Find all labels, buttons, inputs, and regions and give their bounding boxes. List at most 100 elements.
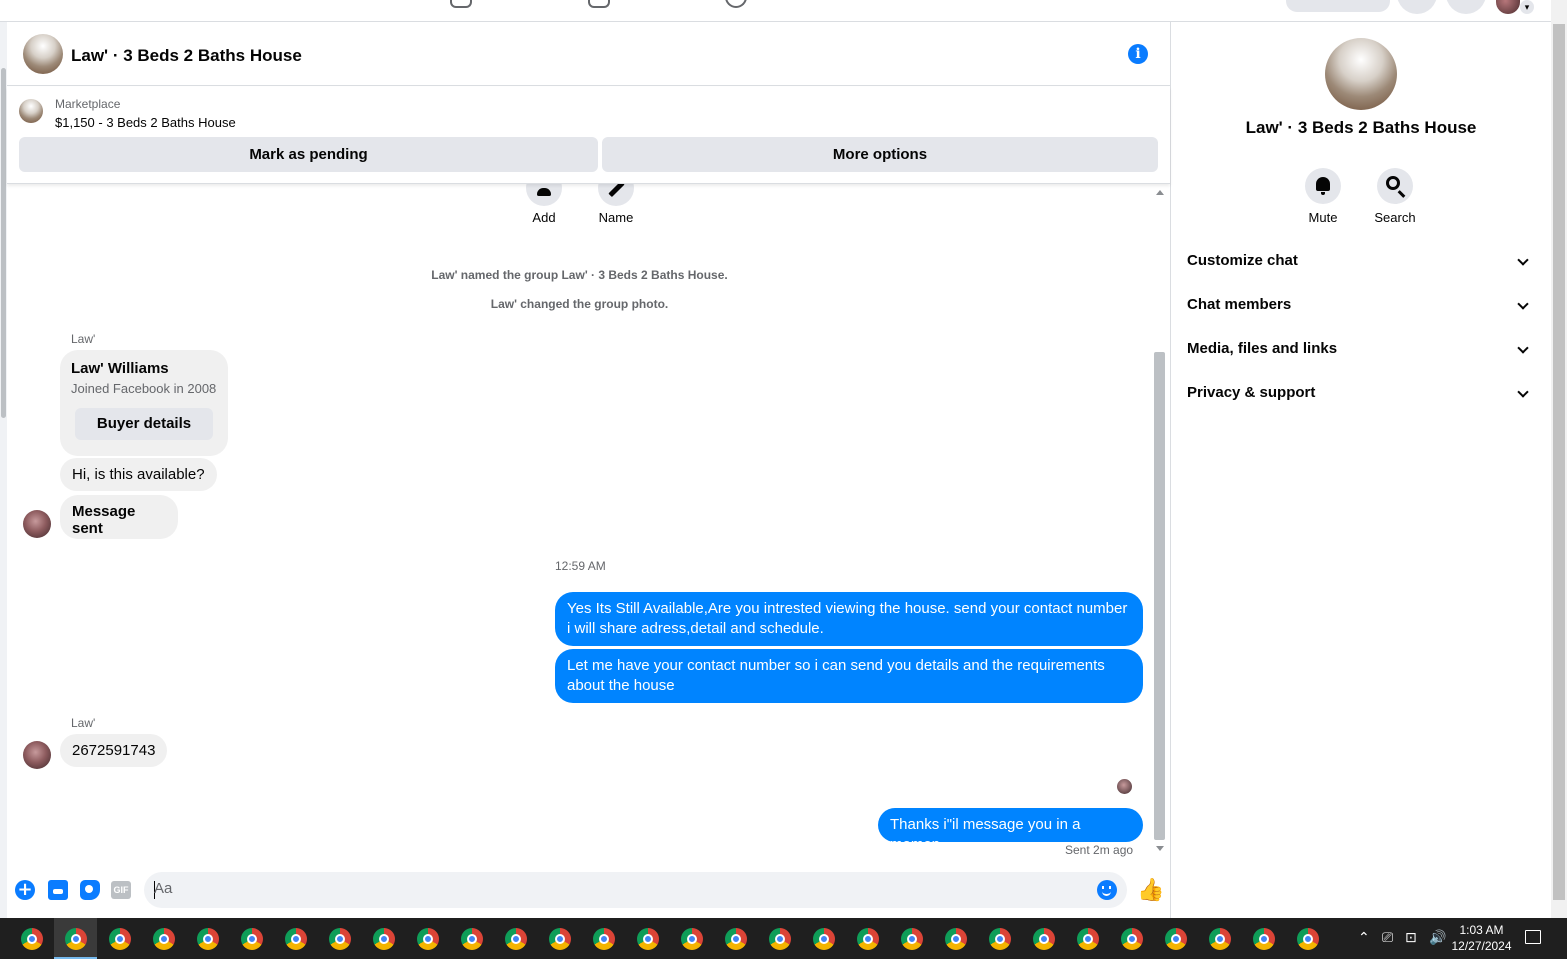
- chrome-icon: [461, 928, 483, 950]
- buyer-details-button[interactable]: Buyer details: [75, 408, 213, 440]
- group-photo[interactable]: [1325, 38, 1397, 110]
- customize-chat-section[interactable]: Customize chat: [1179, 242, 1543, 282]
- incoming-message[interactable]: Message sent: [60, 495, 178, 539]
- listing-title[interactable]: $1,150 - 3 Beds 2 Baths House: [55, 115, 236, 130]
- chrome-taskbar-button[interactable]: [626, 918, 669, 959]
- chat-members-section[interactable]: Chat members: [1179, 286, 1543, 326]
- chrome-taskbar-button[interactable]: [186, 918, 229, 959]
- sender-name: Law': [71, 716, 96, 730]
- page-scroll-thumb[interactable]: [1553, 24, 1565, 900]
- gaming-nav-icon[interactable]: [725, 0, 747, 8]
- chat-title[interactable]: Law' · 3 Beds 2 Baths House: [71, 46, 302, 66]
- outgoing-message[interactable]: Yes Its Still Available,Are you intreste…: [555, 592, 1143, 646]
- chrome-taskbar-button[interactable]: [1110, 918, 1153, 959]
- chevron-down-icon: [1517, 254, 1529, 266]
- mute-label: Mute: [1308, 210, 1338, 225]
- scroll-down-arrow-icon[interactable]: [1156, 846, 1164, 851]
- add-people-action[interactable]: Add: [514, 184, 574, 225]
- page-scrollbar[interactable]: [1551, 0, 1567, 918]
- listing-thumbnail[interactable]: [19, 99, 43, 123]
- search-action[interactable]: Search: [1365, 168, 1425, 225]
- messenger-nav-icon[interactable]: [1446, 0, 1486, 14]
- thumbs-up-icon[interactable]: 👍: [1137, 878, 1164, 903]
- chrome-taskbar-button[interactable]: [142, 918, 185, 959]
- chrome-taskbar-button[interactable]: [406, 918, 449, 959]
- profile-avatar[interactable]: [1496, 0, 1520, 14]
- left-scroll-thumb[interactable]: [1, 68, 6, 418]
- notification-icon[interactable]: [1525, 930, 1541, 944]
- chrome-taskbar-button[interactable]: [1154, 918, 1197, 959]
- message-input-box[interactable]: [144, 872, 1127, 908]
- chrome-taskbar-button[interactable]: [230, 918, 273, 959]
- chrome-taskbar-button[interactable]: [1286, 918, 1329, 959]
- chrome-taskbar-button[interactable]: [274, 918, 317, 959]
- chrome-taskbar-button[interactable]: [934, 918, 977, 959]
- chrome-taskbar-button[interactable]: [362, 918, 405, 959]
- meet-now-icon[interactable]: ⎚: [1382, 930, 1393, 946]
- marketplace-nav-icon[interactable]: [450, 0, 472, 8]
- scroll-thumb[interactable]: [1154, 352, 1165, 840]
- gif-icon[interactable]: GIF: [111, 881, 131, 899]
- network-icon[interactable]: ⊡: [1405, 930, 1417, 946]
- add-label: Add: [532, 210, 556, 225]
- pencil-icon: [598, 184, 634, 206]
- sticker-icon[interactable]: [80, 880, 100, 900]
- chrome-icon: [1297, 928, 1319, 950]
- system-clock[interactable]: 1:03 AM 12/27/2024: [1444, 922, 1519, 954]
- chrome-taskbar-button[interactable]: [670, 918, 713, 959]
- info-icon[interactable]: i: [1128, 44, 1148, 64]
- chrome-taskbar-button[interactable]: [978, 918, 1021, 959]
- chevron-down-icon[interactable]: ▾: [1520, 0, 1534, 14]
- chrome-taskbar-button[interactable]: [54, 918, 97, 959]
- name-group-action[interactable]: Name: [586, 184, 646, 225]
- chrome-icon: [21, 928, 43, 950]
- top-search-pill[interactable]: [1286, 0, 1390, 12]
- chrome-taskbar-button[interactable]: [1022, 918, 1065, 959]
- scroll-up-arrow-icon[interactable]: [1156, 190, 1164, 195]
- chrome-taskbar-button[interactable]: [98, 918, 141, 959]
- chrome-taskbar-button[interactable]: [450, 918, 493, 959]
- name-label: Name: [598, 210, 634, 225]
- groups-nav-icon[interactable]: [588, 0, 610, 8]
- conversation-details-panel: Law' · 3 Beds 2 Baths House Mute Search …: [1171, 22, 1551, 918]
- message-input[interactable]: [154, 880, 1054, 897]
- mute-action[interactable]: Mute: [1293, 168, 1353, 225]
- incoming-message[interactable]: Hi, is this available?: [60, 458, 217, 491]
- chrome-taskbar-button[interactable]: [846, 918, 889, 959]
- chrome-icon: [1209, 928, 1231, 950]
- chrome-taskbar-button[interactable]: [802, 918, 845, 959]
- buyer-joined: Joined Facebook in 2008: [71, 381, 217, 396]
- emoji-icon[interactable]: [1097, 880, 1117, 900]
- chrome-taskbar-button[interactable]: [890, 918, 933, 959]
- more-options-button[interactable]: More options: [602, 137, 1158, 172]
- chevron-up-icon[interactable]: ⌃: [1358, 930, 1370, 946]
- media-files-links-section[interactable]: Media, files and links: [1179, 330, 1543, 370]
- incoming-message[interactable]: 2672591743: [60, 734, 168, 767]
- chrome-taskbar-button[interactable]: [1242, 918, 1285, 959]
- chrome-taskbar-button[interactable]: [758, 918, 801, 959]
- privacy-support-section[interactable]: Privacy & support: [1179, 374, 1543, 414]
- outgoing-message[interactable]: Let me have your contact number so i can…: [555, 649, 1143, 703]
- chrome-taskbar-button[interactable]: [1066, 918, 1109, 959]
- chrome-taskbar-button[interactable]: [318, 918, 361, 959]
- message-list: Add Name Law' named the group Law' · 3 B…: [7, 184, 1152, 865]
- chrome-icon: [109, 928, 131, 950]
- sender-avatar[interactable]: [23, 510, 51, 538]
- sender-avatar[interactable]: [23, 741, 51, 769]
- chrome-taskbar-button[interactable]: [10, 918, 53, 959]
- chrome-taskbar-button[interactable]: [714, 918, 757, 959]
- chrome-taskbar-button[interactable]: [538, 918, 581, 959]
- menu-grid-icon[interactable]: [1397, 0, 1437, 14]
- message-scrollbar[interactable]: [1153, 184, 1166, 860]
- outgoing-message[interactable]: Thanks i"il message you in a momen: [878, 808, 1143, 853]
- chrome-icon: [725, 928, 747, 950]
- chrome-taskbar-button[interactable]: [494, 918, 537, 959]
- chrome-taskbar-button[interactable]: [1198, 918, 1241, 959]
- plus-icon[interactable]: +: [15, 880, 35, 900]
- chrome-icon: [1121, 928, 1143, 950]
- message-timestamp: 12:59 AM: [555, 559, 606, 573]
- chrome-taskbar-button[interactable]: [582, 918, 625, 959]
- photo-icon[interactable]: [48, 880, 68, 900]
- mark-as-pending-button[interactable]: Mark as pending: [19, 137, 598, 172]
- group-avatar[interactable]: [23, 34, 63, 74]
